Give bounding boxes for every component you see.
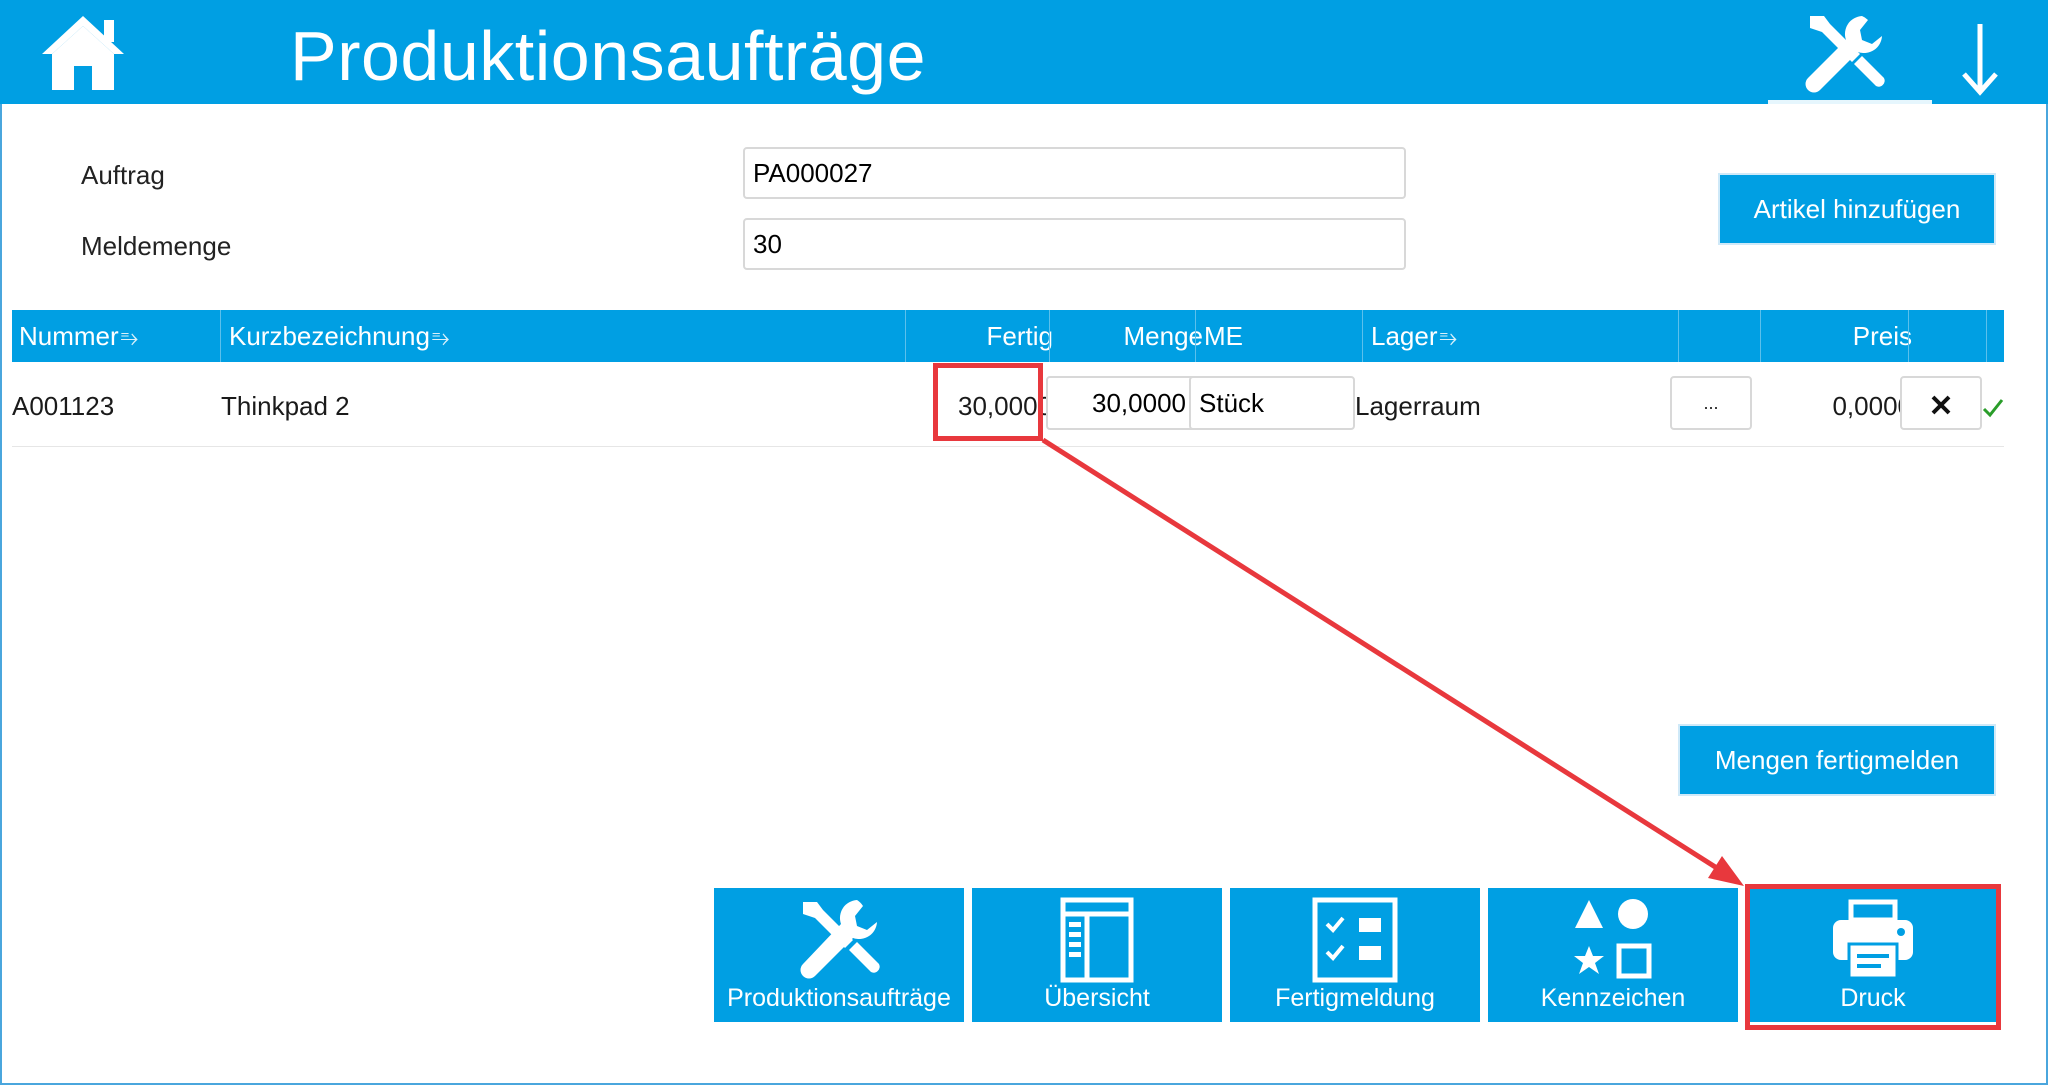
tools-underline [1768,100,1932,104]
close-icon [1931,395,1951,415]
column-header-more [1678,310,1762,362]
tools-icon [1805,16,1885,93]
column-header-actions [1908,310,1990,362]
column-header-kurzbezeichnung[interactable]: Kurzbezeichnung⥱ [220,310,916,362]
cell-kurzbezeichnung: Thinkpad 2 [221,391,350,421]
me-input[interactable] [1189,376,1355,430]
page-title: Produktionsaufträge [290,17,927,95]
fertig-highlight-box [933,363,1043,441]
more-button[interactable]: ... [1670,376,1752,430]
column-header-me[interactable]: ME [1195,310,1375,362]
column-header-nummer[interactable]: Nummer⥱ [19,310,229,362]
sort-icon: ⥱ [1439,325,1458,350]
tile-label: Kennzeichen [1540,984,1686,1012]
meldemenge-input[interactable] [743,218,1406,270]
delete-row-button[interactable] [1900,376,1982,430]
checklist-icon [1312,897,1398,983]
table-header: Nummer⥱ Kurzbezeichnung⥱ Fertig Menge ME… [12,310,2004,362]
home-icon [42,16,124,90]
row-status [1982,366,2004,446]
tile-label: Übersicht [1044,984,1150,1012]
add-article-button[interactable]: Artikel hinzufügen [1718,173,1996,245]
checkmark-icon [1982,399,2004,418]
tools-icon [800,900,880,979]
sort-icon: ⥱ [431,325,450,350]
tile-label: Fertigmeldung [1275,984,1435,1012]
tile-label: Produktionsaufträge [727,984,951,1012]
cell-nummer: A001123 [12,391,115,421]
tools-button[interactable] [1800,10,1890,98]
druck-highlight-box [1745,884,2001,1030]
cell-lager: Lagerraum [1355,391,1481,421]
tile-uebersicht[interactable]: Übersicht [972,888,1222,1022]
column-header-fertig[interactable]: Fertig [905,310,1061,362]
tile-fertigmeldung[interactable]: Fertigmeldung [1230,888,1480,1022]
header-bar: Produktionsaufträge [0,0,2048,104]
home-button[interactable] [38,12,128,94]
meldemenge-label: Meldemenge [81,231,232,261]
column-header-lager[interactable]: Lager⥱ [1362,310,1690,362]
shapes-icon [1574,899,1652,979]
auftrag-input[interactable] [743,147,1406,199]
menge-input[interactable] [1046,376,1196,430]
column-header-preis[interactable]: Preis [1760,310,1920,362]
cell-preis: 0,0000 [1832,391,1912,421]
column-header-status [1986,310,2004,362]
arrow-down-icon [1962,24,1998,96]
column-header-menge[interactable]: Menge [1049,310,1207,362]
overview-icon [1060,897,1134,983]
auftrag-label: Auftrag [81,160,165,190]
report-quantities-button[interactable]: Mengen fertigmelden [1678,724,1996,796]
tile-produktionsauftraege[interactable]: Produktionsaufträge [714,888,964,1022]
tile-kennzeichen[interactable]: Kennzeichen [1488,888,1738,1022]
sort-icon: ⥱ [120,325,139,350]
scroll-down-button[interactable] [1958,20,2002,96]
